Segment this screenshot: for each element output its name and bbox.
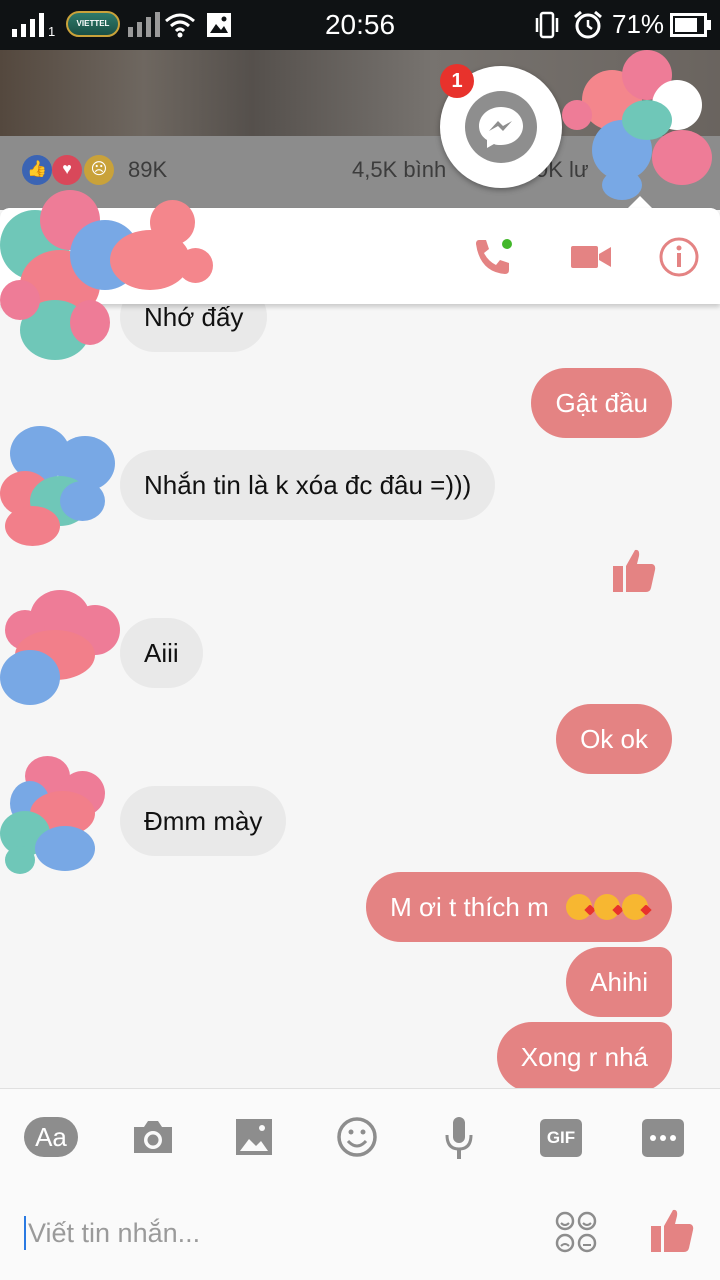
comments-count: 4,5K bình	[352, 157, 447, 182]
camera-icon[interactable]	[130, 1111, 176, 1163]
message-outgoing[interactable]: Ok ok	[556, 704, 672, 774]
message-outgoing[interactable]: Xong r nhá	[496, 1022, 672, 1088]
composer-toolbar: Aa GIF	[0, 1088, 720, 1188]
message-list: Nhớ đấy Gật đầu Nhắn tin là k xóa đc đâu…	[0, 304, 720, 1088]
send-like-button[interactable]	[648, 1206, 696, 1254]
info-icon[interactable]	[656, 234, 702, 280]
messenger-chat-head[interactable]: 1	[440, 64, 562, 188]
online-indicator	[502, 239, 512, 249]
battery-icon	[670, 13, 711, 37]
sad-reaction-icon: ☹	[84, 155, 114, 185]
unread-badge: 1	[440, 64, 474, 98]
status-bar: 1 VIETTEL 20:56 71%	[0, 0, 720, 50]
text-format-icon[interactable]: Aa	[24, 1117, 78, 1157]
message-incoming[interactable]: Nhắn tin là k xóa đc đâu =)))	[120, 450, 496, 520]
thumbs-up-icon[interactable]	[610, 546, 658, 594]
contact-avatar[interactable]	[0, 590, 122, 706]
message-outgoing[interactable]: Gật đầu	[531, 368, 672, 438]
gif-icon[interactable]: GIF	[540, 1119, 582, 1157]
message-outgoing[interactable]: M ơi t thích m	[366, 872, 672, 942]
contact-avatar[interactable]	[0, 190, 215, 360]
kissing-face-icon	[566, 894, 592, 920]
message-incoming[interactable]: Aiii	[120, 618, 203, 688]
message-composer: Viết tin nhắn...	[0, 1188, 720, 1280]
kissing-face-icon	[594, 894, 620, 920]
message-incoming[interactable]: Đmm mày	[120, 786, 287, 856]
contact-avatar[interactable]	[0, 756, 112, 874]
phone-icon[interactable]	[470, 234, 516, 280]
battery-percent: 71%	[612, 9, 665, 39]
image-icon[interactable]	[234, 1111, 274, 1163]
video-camera-icon[interactable]	[568, 234, 614, 280]
message-outgoing[interactable]: Ahihi	[566, 947, 672, 1017]
contact-avatar[interactable]	[0, 426, 118, 546]
reaction-count: 89K	[128, 157, 168, 182]
stickers-icon[interactable]	[554, 1210, 598, 1254]
like-reaction-icon: 👍	[22, 155, 52, 185]
message-text: M ơi t thích m	[390, 892, 549, 922]
love-reaction-icon: ♥	[52, 155, 82, 185]
emoji-icon[interactable]	[336, 1111, 378, 1163]
more-icon[interactable]	[642, 1119, 684, 1157]
kissing-face-icon	[622, 894, 648, 920]
alarm-icon	[574, 10, 602, 39]
messenger-icon	[465, 91, 537, 163]
vibrate-icon	[535, 11, 559, 39]
message-input[interactable]: Viết tin nhắn...	[24, 1216, 200, 1250]
microphone-icon[interactable]	[442, 1111, 476, 1163]
chat-head-avatar[interactable]	[562, 50, 720, 200]
